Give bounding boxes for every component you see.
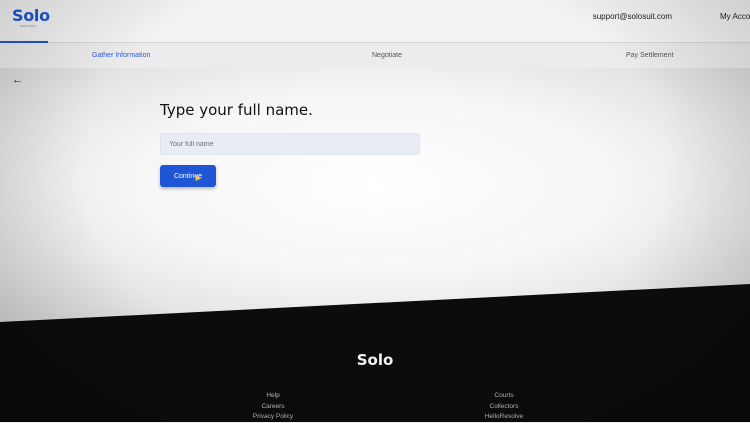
logo-subtitle: SOLO SUIT bbox=[20, 24, 37, 28]
footer-link-collectors[interactable]: Collectors bbox=[476, 402, 532, 413]
step-pay-settlement: Pay Settlement bbox=[626, 52, 674, 59]
my-account-link[interactable]: My Account bbox=[720, 12, 750, 21]
step-negotiate: Negotiate bbox=[372, 52, 402, 59]
footer-column-2: Courts Collectors HelloResolve bbox=[476, 391, 532, 423]
progress-steps: Gather Information Negotiate Pay Settlem… bbox=[0, 44, 750, 68]
page-title: Type your full name. bbox=[160, 101, 313, 119]
solo-logo[interactable]: Solo bbox=[12, 6, 50, 25]
footer-link-courts[interactable]: Courts bbox=[476, 391, 532, 402]
top-header: Solo SOLO SUIT support@solosuit.com My A… bbox=[0, 0, 750, 43]
footer-logo[interactable]: Solo bbox=[0, 351, 750, 369]
arrow-left-icon[interactable]: ← bbox=[12, 74, 23, 86]
footer-link-careers[interactable]: Careers bbox=[246, 402, 300, 413]
footer-column-1: Help Careers Privacy Policy bbox=[246, 391, 300, 423]
footer-link-privacy-policy[interactable]: Privacy Policy bbox=[246, 412, 300, 423]
support-email-link[interactable]: support@solosuit.com bbox=[593, 12, 672, 21]
step-gather-information: Gather Information bbox=[92, 52, 151, 59]
logo-active-underline bbox=[0, 41, 48, 43]
continue-button[interactable]: Continue bbox=[160, 165, 216, 187]
footer-link-help[interactable]: Help bbox=[246, 391, 300, 402]
footer-link-helloresolve[interactable]: HelloResolve bbox=[476, 412, 532, 423]
main-content: ← Type your full name. Continue bbox=[0, 68, 750, 328]
full-name-input[interactable] bbox=[160, 133, 420, 155]
